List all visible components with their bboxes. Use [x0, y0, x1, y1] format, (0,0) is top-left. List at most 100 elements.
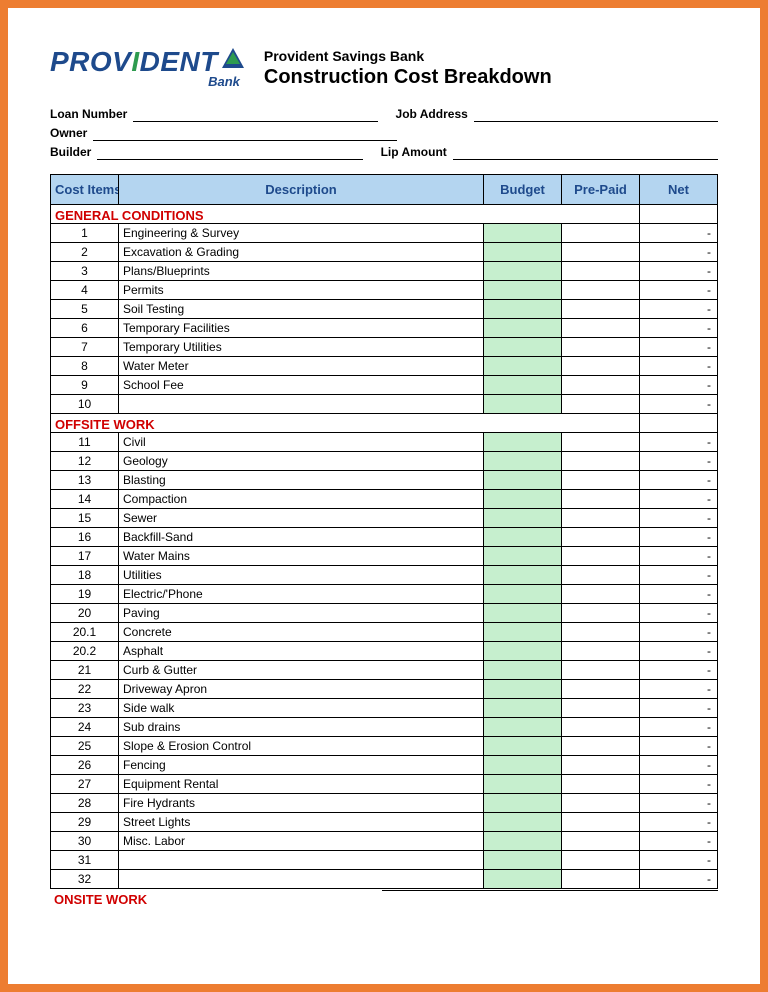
cell-prepaid[interactable]: [562, 661, 640, 680]
cell-prepaid[interactable]: [562, 737, 640, 756]
cell-prepaid[interactable]: [562, 642, 640, 661]
cell-prepaid[interactable]: [562, 870, 640, 889]
input-lip-amount[interactable]: [453, 145, 718, 160]
cell-budget[interactable]: [484, 528, 562, 547]
cell-budget[interactable]: [484, 870, 562, 889]
cell-prepaid[interactable]: [562, 680, 640, 699]
cell-budget[interactable]: [484, 547, 562, 566]
table-row: 20.1Concrete-: [51, 623, 718, 642]
provident-logo: PROVIDENT Bank: [50, 46, 244, 89]
cell-net: -: [640, 433, 718, 452]
cell-description: Side walk: [119, 699, 484, 718]
cell-budget[interactable]: [484, 756, 562, 775]
cell-prepaid[interactable]: [562, 509, 640, 528]
cell-budget[interactable]: [484, 300, 562, 319]
cell-description: Street Lights: [119, 813, 484, 832]
col-budget: Budget: [484, 175, 562, 205]
cell-prepaid[interactable]: [562, 319, 640, 338]
cell-description: Soil Testing: [119, 300, 484, 319]
cell-prepaid[interactable]: [562, 566, 640, 585]
cell-prepaid[interactable]: [562, 471, 640, 490]
cell-prepaid[interactable]: [562, 433, 640, 452]
cell-budget[interactable]: [484, 319, 562, 338]
cell-budget[interactable]: [484, 661, 562, 680]
cell-budget[interactable]: [484, 452, 562, 471]
section-net: [640, 414, 718, 433]
cell-item-number: 4: [51, 281, 119, 300]
cell-prepaid[interactable]: [562, 300, 640, 319]
table-row: 3Plans/Blueprints-: [51, 262, 718, 281]
cell-budget[interactable]: [484, 376, 562, 395]
table-row: 8Water Meter-: [51, 357, 718, 376]
cell-budget[interactable]: [484, 490, 562, 509]
meta-fields: Loan Number Job Address Owner Builder Li…: [50, 107, 718, 160]
cell-prepaid[interactable]: [562, 604, 640, 623]
cell-prepaid[interactable]: [562, 281, 640, 300]
cell-prepaid[interactable]: [562, 718, 640, 737]
label-builder: Builder: [50, 145, 97, 160]
table-row: 18Utilities-: [51, 566, 718, 585]
cell-budget[interactable]: [484, 851, 562, 870]
cell-prepaid[interactable]: [562, 851, 640, 870]
cost-table: Cost Items Description Budget Pre-Paid N…: [50, 174, 718, 889]
cell-budget[interactable]: [484, 357, 562, 376]
cell-prepaid[interactable]: [562, 585, 640, 604]
cell-budget[interactable]: [484, 262, 562, 281]
cell-prepaid[interactable]: [562, 813, 640, 832]
input-owner[interactable]: [93, 126, 396, 141]
cell-budget[interactable]: [484, 281, 562, 300]
cell-budget[interactable]: [484, 243, 562, 262]
cell-prepaid[interactable]: [562, 338, 640, 357]
cell-budget[interactable]: [484, 642, 562, 661]
cell-description: [119, 870, 484, 889]
cell-description: Water Mains: [119, 547, 484, 566]
cell-item-number: 22: [51, 680, 119, 699]
cell-budget[interactable]: [484, 585, 562, 604]
cell-prepaid[interactable]: [562, 832, 640, 851]
cell-prepaid[interactable]: [562, 395, 640, 414]
cell-budget[interactable]: [484, 338, 562, 357]
cell-prepaid[interactable]: [562, 243, 640, 262]
cell-prepaid[interactable]: [562, 756, 640, 775]
cell-budget[interactable]: [484, 471, 562, 490]
cell-prepaid[interactable]: [562, 224, 640, 243]
cell-budget[interactable]: [484, 699, 562, 718]
cell-prepaid[interactable]: [562, 775, 640, 794]
cell-budget[interactable]: [484, 680, 562, 699]
input-loan-number[interactable]: [133, 107, 377, 122]
cell-budget[interactable]: [484, 623, 562, 642]
cell-budget[interactable]: [484, 224, 562, 243]
cell-budget[interactable]: [484, 832, 562, 851]
cell-budget[interactable]: [484, 737, 562, 756]
section-header: OFFSITE WORK: [51, 414, 718, 433]
cell-prepaid[interactable]: [562, 376, 640, 395]
input-builder[interactable]: [97, 145, 362, 160]
cell-prepaid[interactable]: [562, 262, 640, 281]
cell-budget[interactable]: [484, 718, 562, 737]
cell-budget[interactable]: [484, 775, 562, 794]
cell-prepaid[interactable]: [562, 528, 640, 547]
cell-description: Driveway Apron: [119, 680, 484, 699]
cell-budget[interactable]: [484, 813, 562, 832]
cell-budget[interactable]: [484, 794, 562, 813]
cell-item-number: 20.2: [51, 642, 119, 661]
cell-budget[interactable]: [484, 566, 562, 585]
cell-description: Curb & Gutter: [119, 661, 484, 680]
cell-budget[interactable]: [484, 433, 562, 452]
cell-description: Water Meter: [119, 357, 484, 376]
cell-item-number: 6: [51, 319, 119, 338]
cell-budget[interactable]: [484, 395, 562, 414]
cell-prepaid[interactable]: [562, 490, 640, 509]
cell-prepaid[interactable]: [562, 699, 640, 718]
cell-prepaid[interactable]: [562, 452, 640, 471]
cell-prepaid[interactable]: [562, 794, 640, 813]
input-job-address[interactable]: [474, 107, 718, 122]
cell-prepaid[interactable]: [562, 623, 640, 642]
cell-net: -: [640, 528, 718, 547]
cell-prepaid[interactable]: [562, 547, 640, 566]
label-owner: Owner: [50, 126, 93, 141]
cell-budget[interactable]: [484, 604, 562, 623]
cell-budget[interactable]: [484, 509, 562, 528]
cell-prepaid[interactable]: [562, 357, 640, 376]
col-cost-items: Cost Items: [51, 175, 119, 205]
